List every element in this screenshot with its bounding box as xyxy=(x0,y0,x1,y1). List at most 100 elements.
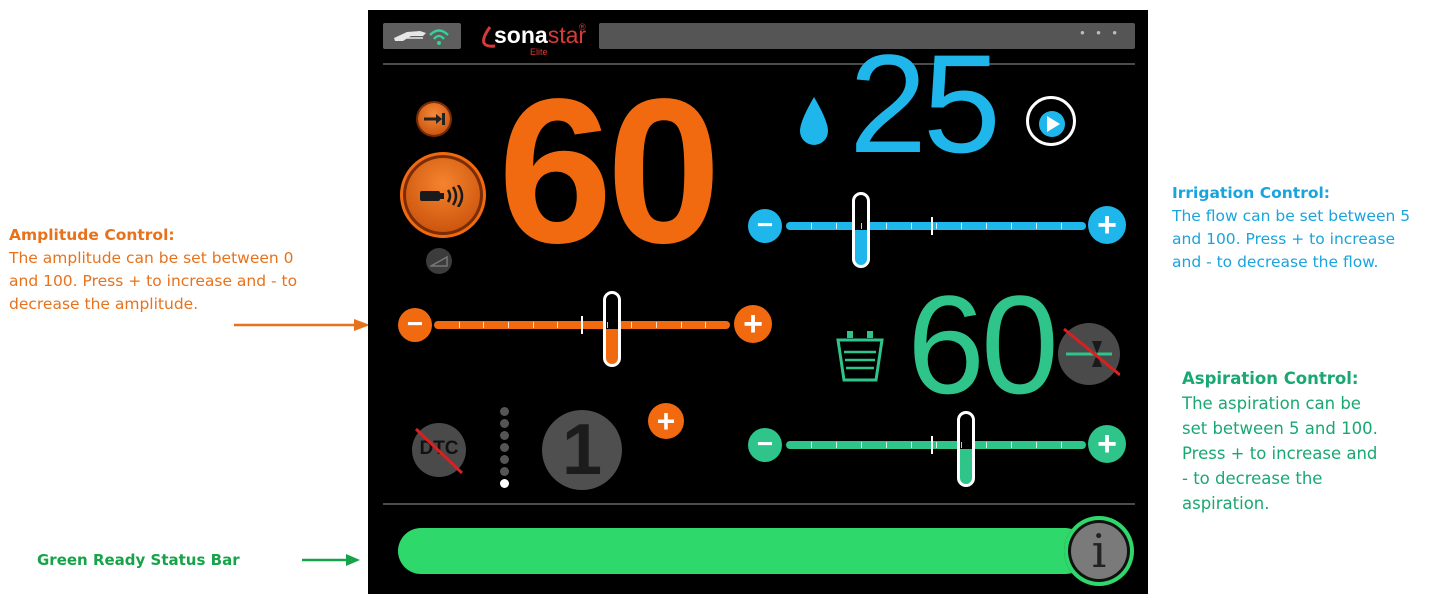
slider-tick xyxy=(483,322,485,328)
slider-tick xyxy=(936,442,937,448)
slider-tick xyxy=(458,322,460,328)
slider-tick xyxy=(508,322,509,328)
amplitude-slider[interactable]: − + xyxy=(398,291,772,367)
slider-tick xyxy=(1011,223,1012,229)
irrigation-prime-button[interactable] xyxy=(1026,96,1076,146)
aspiration-annotation-line5: aspiration. xyxy=(1182,494,1270,513)
amplitude-annotation: Amplitude Control: The amplitude can be … xyxy=(9,224,297,316)
dtc-button[interactable]: DTC xyxy=(412,423,466,477)
status-annotation-label: Green Ready Status Bar xyxy=(37,551,240,569)
slider-tick xyxy=(656,322,657,328)
aspiration-annotation-title: Aspiration Control: xyxy=(1182,369,1359,388)
aspiration-annotation-line3: Press + to increase and xyxy=(1182,444,1378,463)
wireless-icon xyxy=(429,29,449,45)
info-button[interactable]: i xyxy=(1064,516,1134,586)
irrigation-annotation-line2: and 100. Press + to increase xyxy=(1172,230,1395,248)
dtc-level-indicator xyxy=(500,407,510,493)
status-annotation: Green Ready Status Bar xyxy=(37,549,240,572)
handpiece-icon xyxy=(394,31,426,41)
slider-tick xyxy=(532,322,534,328)
irrigation-annotation-title: Irrigation Control: xyxy=(1172,184,1330,202)
ready-status-bar xyxy=(398,528,1088,574)
pulse-mode-button[interactable] xyxy=(418,103,450,135)
water-drop-icon xyxy=(800,97,828,145)
irrigation-thumb[interactable] xyxy=(852,192,870,268)
header-divider xyxy=(383,63,1135,65)
arrow-to-bar-icon xyxy=(424,113,445,125)
slider-tick xyxy=(1061,442,1062,448)
slider-tick xyxy=(986,442,987,448)
slider-tick xyxy=(680,322,682,328)
disabled-slash-icon xyxy=(414,427,464,475)
handpiece-status-panel[interactable] xyxy=(383,23,461,49)
aspiration-canister-icon xyxy=(836,331,884,382)
aspiration-thumb[interactable] xyxy=(957,411,975,487)
aspiration-annotation-line1: The aspiration can be xyxy=(1182,394,1361,413)
slider-tick xyxy=(911,223,912,229)
slider-tick xyxy=(961,223,962,229)
slider-tick xyxy=(1061,223,1062,229)
amplitude-annotation-line2: and 100. Press + to increase and - to xyxy=(9,272,298,290)
amplitude-plus-button[interactable]: + xyxy=(734,305,772,343)
slider-tick xyxy=(861,223,862,229)
dtc-plus-button[interactable]: + xyxy=(648,403,684,439)
slider-tick xyxy=(811,442,812,448)
slider-tick xyxy=(861,442,862,448)
slider-tick xyxy=(961,442,962,448)
irrigation-annotation-line3: and - to decrease the flow. xyxy=(1172,253,1379,271)
aspiration-annotation: Aspiration Control: The aspiration can b… xyxy=(1182,366,1378,516)
device-screen: sonastar ® Elite • • • 60 − + 25 − + 60 … xyxy=(368,10,1148,594)
amplitude-minus-button[interactable]: − xyxy=(398,308,432,342)
amplitude-annotation-title: Amplitude Control: xyxy=(9,226,175,244)
aspiration-minus-button[interactable]: − xyxy=(748,428,782,462)
slider-tick xyxy=(582,322,583,328)
slider-tick xyxy=(836,223,837,229)
slider-tick xyxy=(886,223,887,229)
slider-tick xyxy=(936,223,937,229)
aspiration-valve-button[interactable] xyxy=(1058,323,1120,385)
play-icon xyxy=(1039,111,1065,137)
slider-tick xyxy=(606,322,608,328)
slider-tick xyxy=(631,322,633,328)
ultrasound-emitter-icon xyxy=(420,185,464,207)
ramp-icon xyxy=(430,255,448,267)
aspiration-midpoint-tick xyxy=(931,436,933,454)
irrigation-value: 25 xyxy=(849,25,1001,182)
amplitude-value: 60 xyxy=(498,56,721,286)
pinch-valve-icon xyxy=(1063,327,1120,377)
slider-tick xyxy=(836,442,837,448)
status-arrow xyxy=(302,554,360,566)
aspiration-slider[interactable]: − + xyxy=(748,411,1128,487)
slider-tick xyxy=(1011,442,1012,448)
aspiration-annotation-line4: - to decrease the xyxy=(1182,469,1323,488)
logo-registered-mark: ® xyxy=(579,22,586,32)
slider-tick xyxy=(986,223,987,229)
amplitude-annotation-line3: decrease the amplitude. xyxy=(9,295,199,313)
dtc-step-display: 1 xyxy=(542,410,622,490)
continuous-mode-button[interactable] xyxy=(406,158,480,232)
menu-dots-icon[interactable]: • • • xyxy=(1080,25,1121,40)
amplitude-thumb[interactable] xyxy=(602,291,621,367)
irrigation-midpoint-tick xyxy=(931,217,933,235)
aspiration-plus-button[interactable]: + xyxy=(1088,425,1126,463)
amplitude-arrow xyxy=(234,319,370,331)
logo-text: sonastar xyxy=(494,22,587,48)
dtc-step-value: 1 xyxy=(561,410,603,490)
irrigation-annotation-line1: The flow can be set between 5 xyxy=(1172,207,1411,225)
slider-tick xyxy=(1036,442,1037,448)
irrigation-plus-button[interactable]: + xyxy=(1088,206,1126,244)
slider-tick xyxy=(886,442,887,448)
amplitude-annotation-line1: The amplitude can be set between 0 xyxy=(9,249,294,267)
slider-tick xyxy=(911,442,912,448)
aspiration-value: 60 xyxy=(907,266,1059,423)
info-icon: i xyxy=(1091,524,1107,578)
ramp-mode-button[interactable] xyxy=(426,248,452,274)
footer-divider xyxy=(383,503,1135,505)
slider-tick xyxy=(557,322,559,328)
irrigation-slider[interactable]: − + xyxy=(748,192,1128,268)
irrigation-annotation: Irrigation Control: The flow can be set … xyxy=(1172,182,1410,274)
slider-tick xyxy=(811,223,812,229)
slider-tick xyxy=(1036,223,1037,229)
slider-tick xyxy=(705,322,707,328)
irrigation-minus-button[interactable]: − xyxy=(748,209,782,243)
